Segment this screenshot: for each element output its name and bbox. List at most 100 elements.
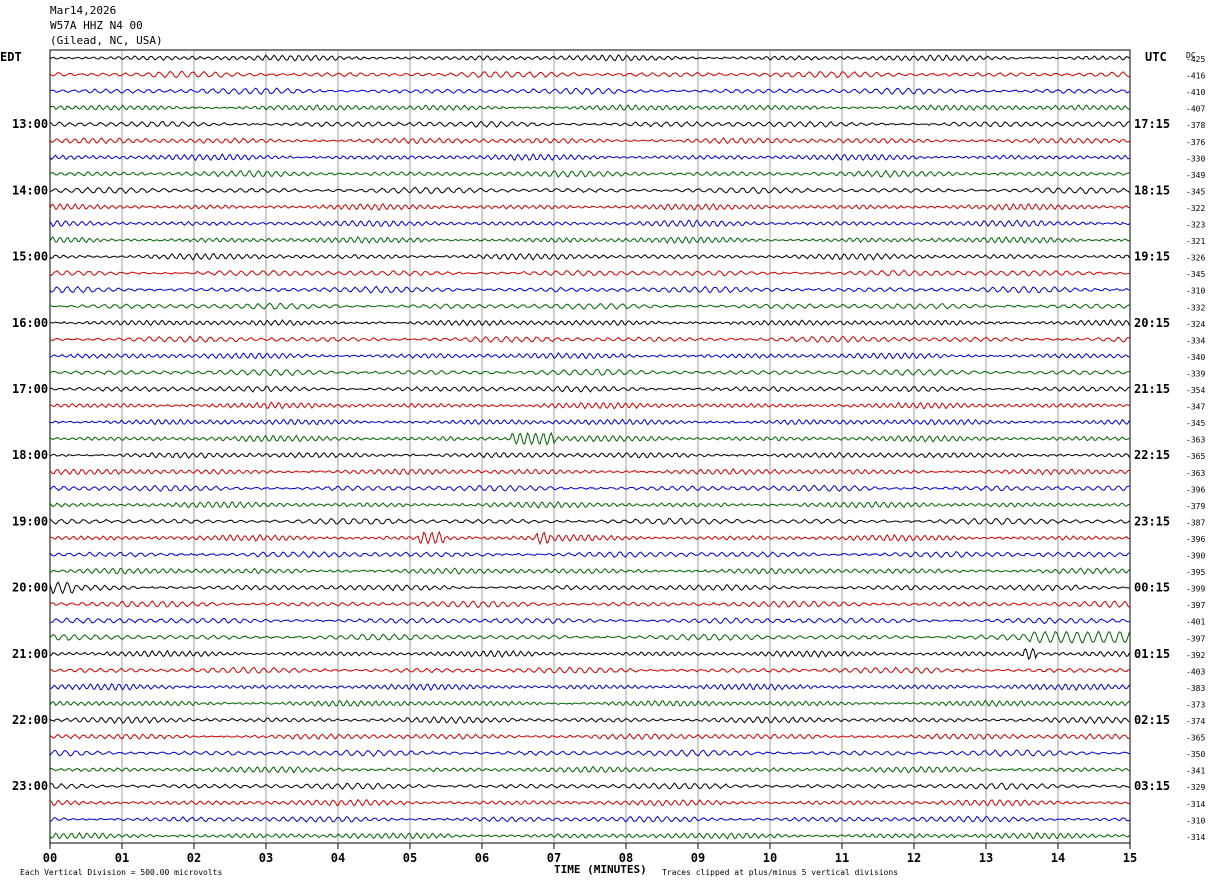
right-zone-label: UTC <box>1145 50 1167 64</box>
right-hour-label: 19:15 <box>1134 250 1170 264</box>
dc-offset-label: -397 <box>1186 634 1205 643</box>
left-hour-label: 22:00 <box>12 713 48 727</box>
x-tick-label: 05 <box>403 851 417 865</box>
trace-line <box>49 385 1130 393</box>
dc-offset-label: -383 <box>1186 684 1205 693</box>
trace-line <box>49 104 1130 112</box>
trace-line <box>49 219 1130 228</box>
x-tick-label: 09 <box>691 851 705 865</box>
dc-offset-label: -341 <box>1186 767 1205 776</box>
dc-offset-label: -330 <box>1186 154 1205 163</box>
clip-note: Traces clipped at plus/minus 5 vertical … <box>662 868 898 877</box>
trace-line <box>49 617 1130 624</box>
left-hour-label: 19:00 <box>12 514 48 528</box>
right-hour-label: 00:15 <box>1134 581 1170 595</box>
dc-label: DC <box>1186 51 1196 60</box>
left-hour-label: 13:00 <box>12 117 48 131</box>
dc-offset-label: -396 <box>1186 535 1205 544</box>
trace-line <box>49 335 1130 344</box>
trace-line <box>50 302 1130 310</box>
dc-offset-label: -323 <box>1186 221 1205 230</box>
left-hour-label: 17:00 <box>12 382 48 396</box>
right-hour-label: 17:15 <box>1134 117 1170 131</box>
right-hour-label: 01:15 <box>1134 647 1170 661</box>
dc-offset-label: -324 <box>1186 320 1205 329</box>
dc-offset-label: -401 <box>1186 618 1205 627</box>
trace-line <box>49 285 1130 294</box>
x-tick-label: 01 <box>115 851 129 865</box>
trace-line <box>49 236 1130 244</box>
left-hour-label: 14:00 <box>12 183 48 197</box>
right-hour-label: 22:15 <box>1134 448 1170 462</box>
trace-line <box>49 137 1130 145</box>
dc-offset-label: -378 <box>1186 121 1205 130</box>
dc-offset-label: -387 <box>1186 518 1205 527</box>
dc-offset-label: -374 <box>1186 717 1205 726</box>
x-tick-label: 11 <box>835 851 849 865</box>
x-tick-label: 14 <box>1051 851 1065 865</box>
right-hour-label: 03:15 <box>1134 779 1170 793</box>
trace-line <box>49 600 1130 608</box>
trace-line <box>49 54 1130 62</box>
dc-offset-label: -310 <box>1186 287 1205 296</box>
trace-line <box>49 716 1130 725</box>
x-tick-label: 00 <box>43 851 57 865</box>
trace-line <box>49 500 1130 509</box>
dc-offset-label: -376 <box>1186 138 1205 147</box>
dc-offset-label: -339 <box>1186 369 1205 378</box>
trace-line <box>49 368 1130 377</box>
dc-offset-label: -379 <box>1186 502 1205 511</box>
trace-line <box>49 319 1130 327</box>
dc-offset-label: -363 <box>1186 469 1205 478</box>
dc-offset-label: -310 <box>1186 816 1205 825</box>
dc-offset-label: -349 <box>1186 171 1205 180</box>
division-note: Each Vertical Division = 500.00 microvol… <box>20 868 222 877</box>
x-tick-label: 02 <box>187 851 201 865</box>
dc-offset-label: -407 <box>1186 105 1205 114</box>
x-tick-label: 13 <box>979 851 993 865</box>
x-tick-label: 04 <box>331 851 345 865</box>
dc-offset-label: -410 <box>1186 88 1205 97</box>
dc-offset-label: -314 <box>1186 833 1205 842</box>
dc-offset-label: -403 <box>1186 667 1205 676</box>
trace-line <box>49 831 1130 840</box>
trace-line <box>49 815 1130 823</box>
trace-line <box>49 550 1130 558</box>
x-tick-label: 10 <box>763 851 777 865</box>
trace-line <box>49 699 1130 708</box>
trace-line <box>49 186 1130 195</box>
dc-offset-label: -347 <box>1186 403 1205 412</box>
trace-line <box>49 202 1130 211</box>
dc-offset-label: -334 <box>1186 336 1205 345</box>
trace-line <box>50 87 1130 95</box>
trace-line <box>49 530 1130 546</box>
plot-frame <box>49 49 1131 844</box>
seismogram-plot: 00 01 02 03 04 05 06 07 08 09 10 11 12 13 14 15-425-416… <box>0 49 1205 877</box>
trace-line <box>49 269 1130 277</box>
trace-line <box>49 451 1130 459</box>
trace-line <box>49 647 1130 661</box>
dc-offset-label: -397 <box>1186 601 1205 610</box>
trace-line <box>49 153 1130 162</box>
x-tick-label: 12 <box>907 851 921 865</box>
trace-line <box>49 581 1130 595</box>
dc-offset-label: -365 <box>1186 452 1205 461</box>
left-hour-label: 16:00 <box>12 316 48 330</box>
right-hour-label: 02:15 <box>1134 713 1170 727</box>
dc-offset-label: -392 <box>1186 651 1205 660</box>
left-hour-label: 15:00 <box>12 250 48 264</box>
trace-line <box>49 682 1130 692</box>
left-hour-label: 18:00 <box>12 448 48 462</box>
x-tick-label: 03 <box>259 851 273 865</box>
dc-offset-label: -329 <box>1186 783 1205 792</box>
x-axis-title: TIME (MINUTES) <box>554 863 647 876</box>
left-hour-label: 21:00 <box>12 647 48 661</box>
trace-line <box>49 468 1130 476</box>
trace-line <box>49 782 1130 791</box>
dc-offset-label: -390 <box>1186 552 1205 561</box>
trace-line <box>49 352 1130 360</box>
trace-line <box>49 401 1130 410</box>
x-tick-label: 15 <box>1123 851 1137 865</box>
dc-offset-label: -345 <box>1186 419 1205 428</box>
trace-line <box>49 567 1130 575</box>
